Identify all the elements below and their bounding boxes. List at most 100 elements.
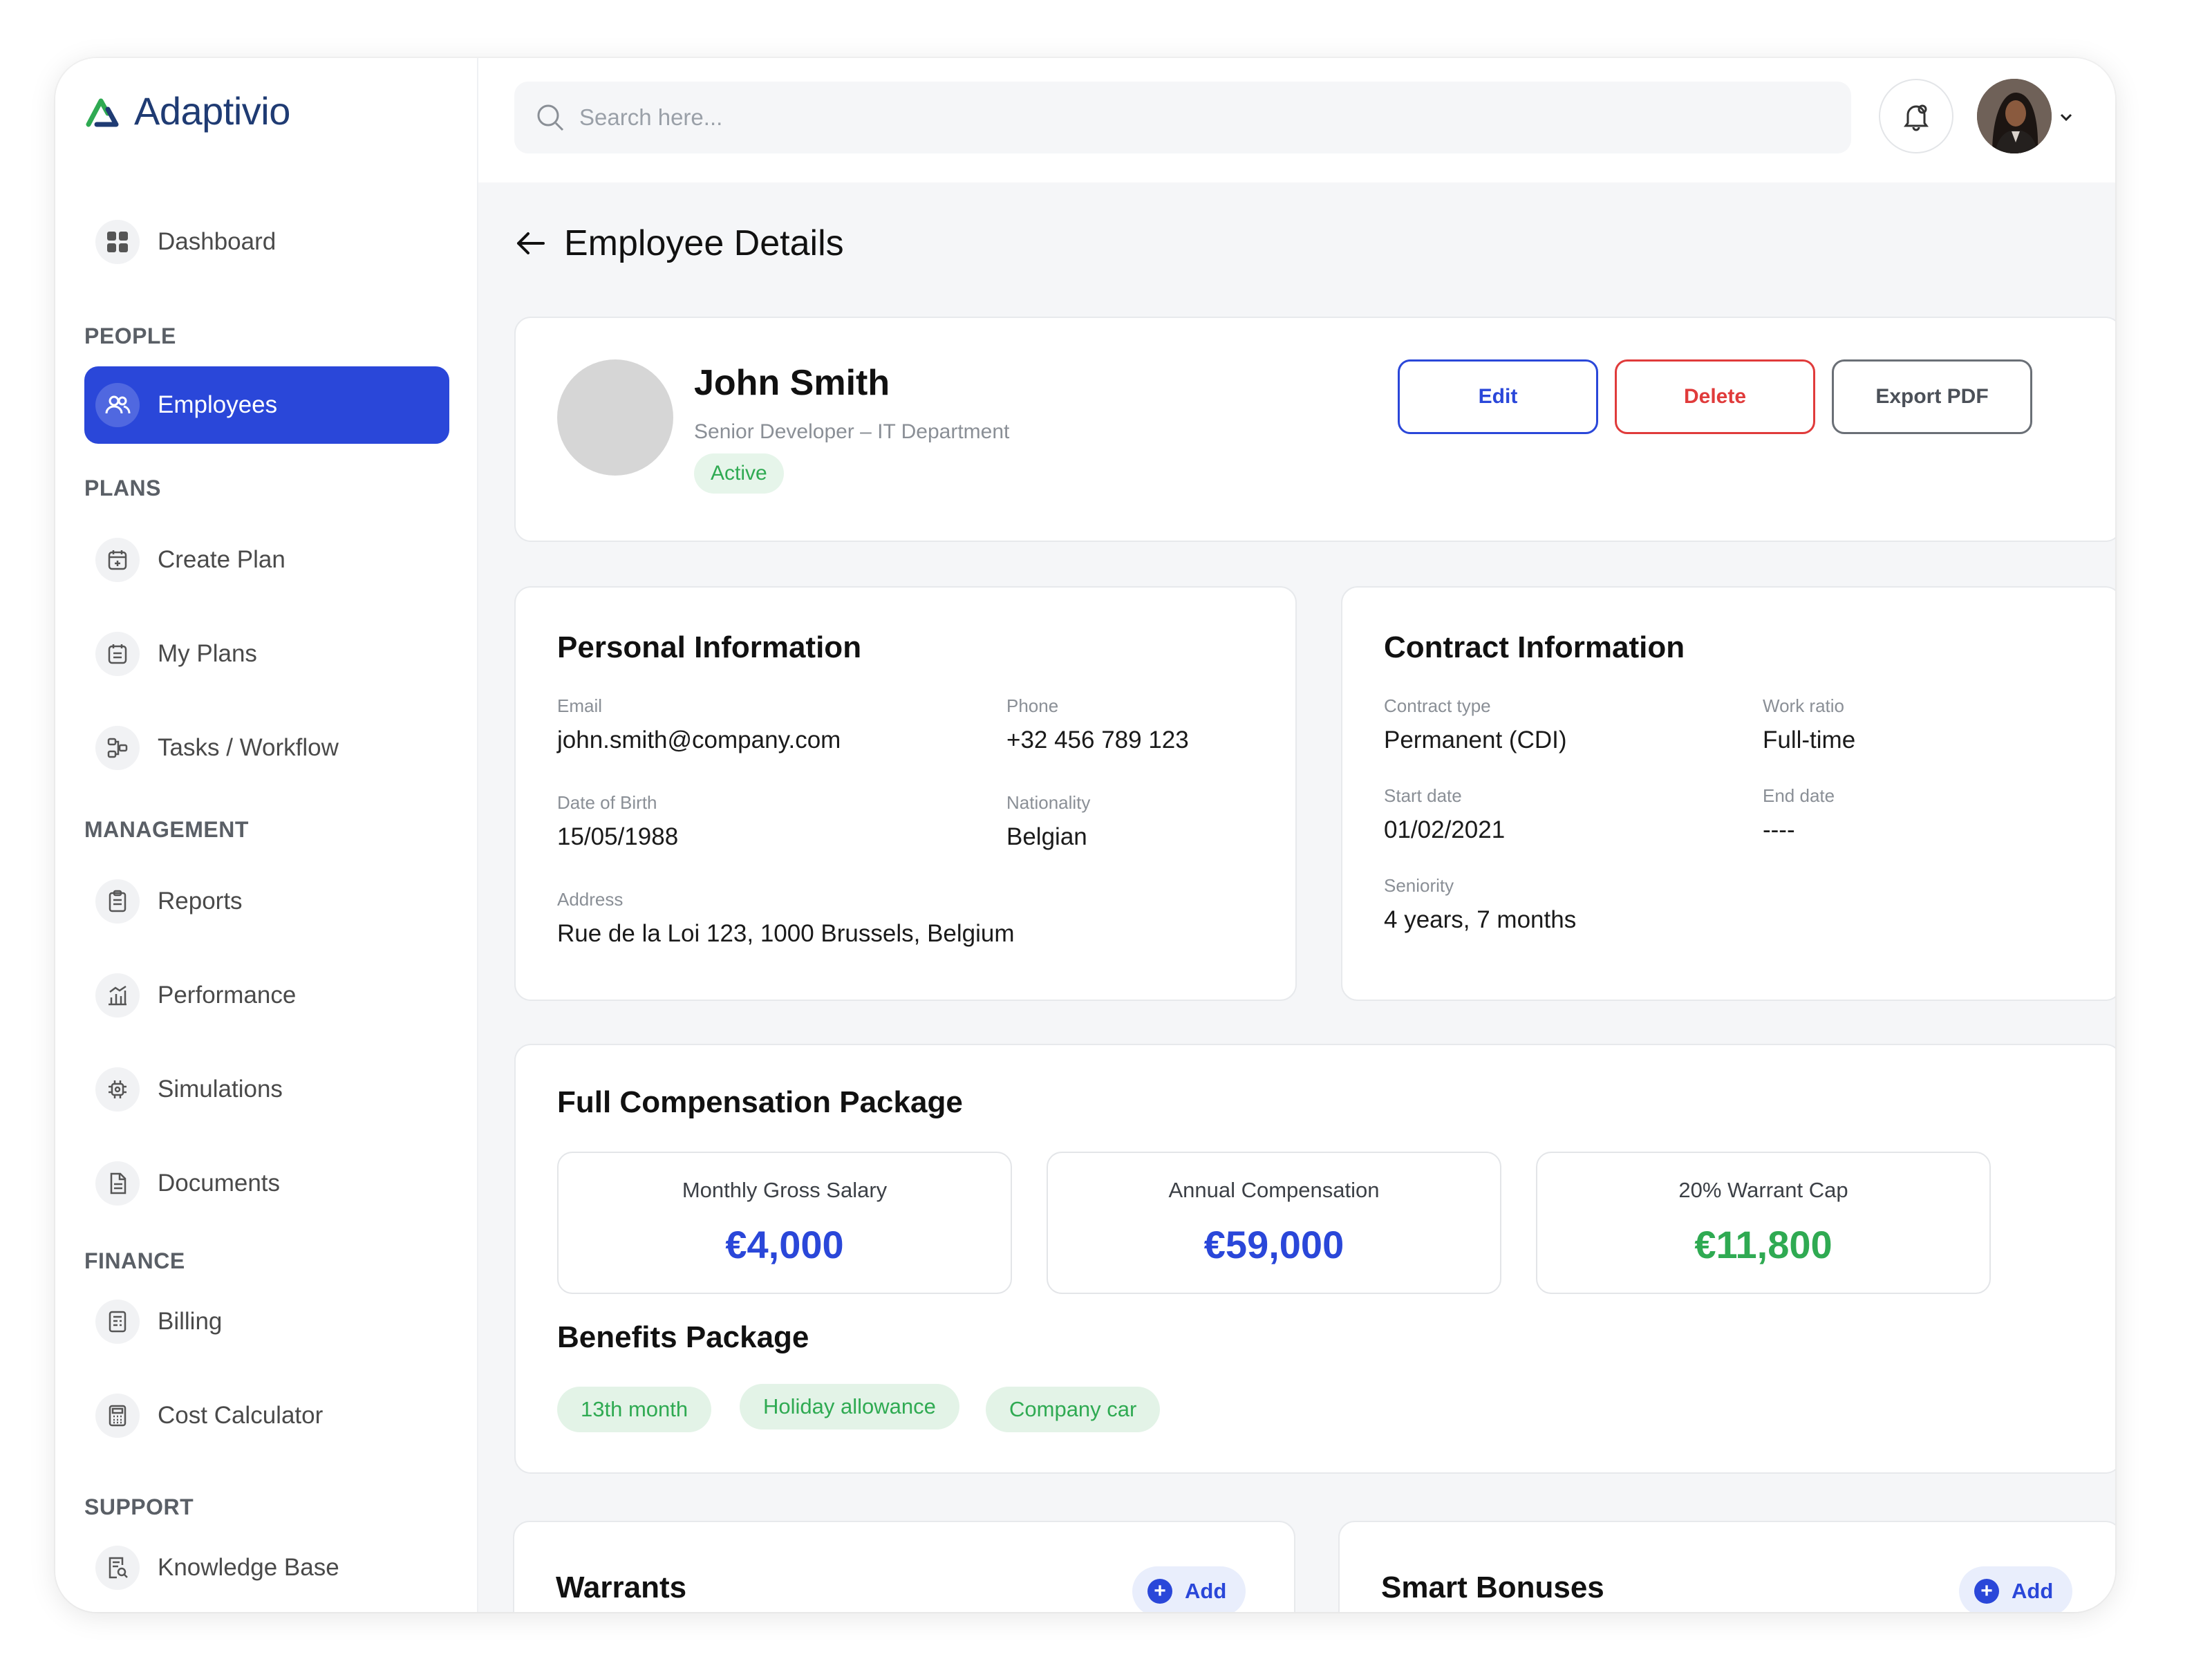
user-photo — [1977, 79, 2052, 153]
add-warrant-button[interactable]: + Add — [1132, 1566, 1246, 1612]
sidebar-item-documents[interactable]: Documents — [84, 1145, 449, 1222]
employee-role: Senior Developer – IT Department — [694, 420, 1010, 443]
benefit-tag: 13th month — [557, 1387, 712, 1432]
topbar — [478, 58, 2115, 182]
sidebar-item-label: Reports — [158, 888, 243, 915]
field-label: Seniority — [1384, 875, 1454, 896]
notification-button[interactable] — [1879, 79, 1953, 153]
end-date-field: End date ---- — [1763, 785, 1835, 844]
sidebar-item-dashboard[interactable]: Dashboard — [84, 203, 449, 281]
compensation-card: Full Compensation Package Monthly Gross … — [514, 1044, 2115, 1474]
field-value: Full-time — [1763, 727, 1856, 753]
nationality-field: Nationality Belgian — [1006, 792, 1090, 851]
field-label: Work ratio — [1763, 695, 1844, 716]
search-input[interactable] — [579, 104, 1754, 131]
users-icon — [95, 383, 140, 427]
section-label-finance: FINANCE — [84, 1248, 185, 1273]
profile-card: John Smith Senior Developer – IT Departm… — [514, 317, 2115, 542]
field-value: +32 456 789 123 — [1006, 727, 1189, 753]
sidebar-item-label: Billing — [158, 1308, 223, 1335]
calendar-plus-icon — [95, 538, 140, 582]
field-label: Email — [557, 695, 603, 716]
card-title: Personal Information — [557, 630, 862, 664]
sidebar-item-label: Simulations — [158, 1076, 283, 1103]
document-icon — [95, 1161, 140, 1206]
calculator-icon — [95, 1394, 140, 1438]
benefit-tag: Holiday allowance — [740, 1384, 959, 1430]
sidebar-item-label: Tasks / Workflow — [158, 734, 339, 761]
field-value: Belgian — [1006, 823, 1087, 850]
section-label-people: PEOPLE — [84, 324, 176, 348]
chip-icon — [95, 1067, 140, 1112]
search-bar[interactable] — [514, 82, 1851, 153]
field-label: Phone — [1006, 695, 1059, 716]
sidebar-item-billing[interactable]: Billing — [84, 1283, 449, 1360]
field-value: 4 years, 7 months — [1384, 906, 1577, 933]
comp-value: €59,000 — [1203, 1223, 1344, 1266]
delete-button[interactable]: Delete — [1615, 359, 1815, 434]
bell-icon — [1904, 104, 1929, 131]
add-label: Add — [2012, 1579, 2054, 1603]
phone-field: Phone +32 456 789 123 — [1006, 695, 1189, 754]
app-window: Adaptivio Dashboard PEOPLE Employees PLA… — [55, 58, 2115, 1612]
sidebar-item-label: Create Plan — [158, 546, 285, 573]
sidebar-item-label: Employees — [158, 391, 278, 418]
sidebar-item-create-plan[interactable]: Create Plan — [84, 521, 449, 599]
field-label: Start date — [1384, 785, 1462, 806]
start-date-field: Start date 01/02/2021 — [1384, 785, 1505, 844]
warrants-card: Warrants + Add — [513, 1521, 1295, 1612]
field-value: Permanent (CDI) — [1384, 727, 1567, 753]
sidebar-item-label: Cost Calculator — [158, 1402, 324, 1429]
field-value: Rue de la Loi 123, 1000 Brussels, Belgiu… — [557, 920, 1015, 947]
section-label-support: SUPPORT — [84, 1494, 194, 1519]
field-value: 15/05/1988 — [557, 823, 679, 850]
sidebar-item-reports[interactable]: Reports — [84, 863, 449, 940]
card-title: Full Compensation Package — [557, 1085, 963, 1119]
card-title: Warrants — [556, 1571, 687, 1604]
field-value: 01/02/2021 — [1384, 816, 1506, 843]
field-label: Date of Birth — [557, 792, 657, 813]
comp-value: €4,000 — [725, 1223, 844, 1266]
sidebar-item-knowledge-base[interactable]: Knowledge Base — [84, 1529, 449, 1606]
chevron-down-icon[interactable] — [2059, 112, 2074, 123]
benefit-tag: Company car — [986, 1387, 1161, 1432]
field-label: Contract type — [1384, 695, 1491, 716]
card-title: Contract Information — [1384, 630, 1685, 664]
export-pdf-button[interactable]: Export PDF — [1832, 359, 2032, 434]
address-field: Address Rue de la Loi 123, 1000 Brussels… — [557, 889, 1015, 948]
workflow-icon — [95, 726, 140, 770]
annual-compensation-box: Annual Compensation €59,000 — [1047, 1152, 1501, 1294]
work-ratio-field: Work ratio Full-time — [1763, 695, 1855, 754]
dob-field: Date of Birth 15/05/1988 — [557, 792, 678, 851]
sidebar-item-tasks[interactable]: Tasks / Workflow — [84, 709, 449, 787]
sidebar-item-employees[interactable]: Employees — [84, 366, 449, 444]
sidebar-item-label: Performance — [158, 982, 297, 1009]
field-label: Address — [557, 889, 624, 910]
sidebar-item-cost-calculator[interactable]: Cost Calculator — [84, 1377, 449, 1454]
smart-bonuses-card: Smart Bonuses + Add — [1338, 1521, 2115, 1612]
add-label: Add — [1185, 1579, 1227, 1603]
invoice-icon — [95, 1300, 140, 1344]
comp-label: Annual Compensation — [1168, 1178, 1380, 1202]
contract-info-card: Contract Information Contract type Perma… — [1341, 586, 2115, 1001]
benefits-title: Benefits Package — [557, 1320, 809, 1354]
logo[interactable]: Adaptivio — [84, 88, 290, 133]
edit-button[interactable]: Edit — [1398, 359, 1598, 434]
sidebar-item-my-plans[interactable]: My Plans — [84, 615, 449, 693]
monthly-salary-box: Monthly Gross Salary €4,000 — [557, 1152, 1012, 1294]
sidebar-item-label: Dashboard — [158, 228, 276, 255]
section-label-management: MANAGEMENT — [84, 817, 249, 842]
sidebar-item-label: My Plans — [158, 640, 257, 667]
plus-icon: + — [1147, 1579, 1172, 1604]
add-bonus-button[interactable]: + Add — [1959, 1566, 2073, 1612]
comp-label: Monthly Gross Salary — [682, 1178, 888, 1202]
field-label: End date — [1763, 785, 1835, 806]
profile-avatar — [557, 359, 673, 476]
avatar[interactable] — [1977, 79, 2052, 153]
sidebar-item-performance[interactable]: Performance — [84, 957, 449, 1034]
back-arrow-icon[interactable] — [514, 229, 546, 257]
logo-text: Adaptivio — [134, 89, 290, 133]
field-label: Nationality — [1006, 792, 1091, 813]
sidebar-item-simulations[interactable]: Simulations — [84, 1051, 449, 1128]
sidebar: Adaptivio Dashboard PEOPLE Employees PLA… — [55, 58, 478, 1612]
